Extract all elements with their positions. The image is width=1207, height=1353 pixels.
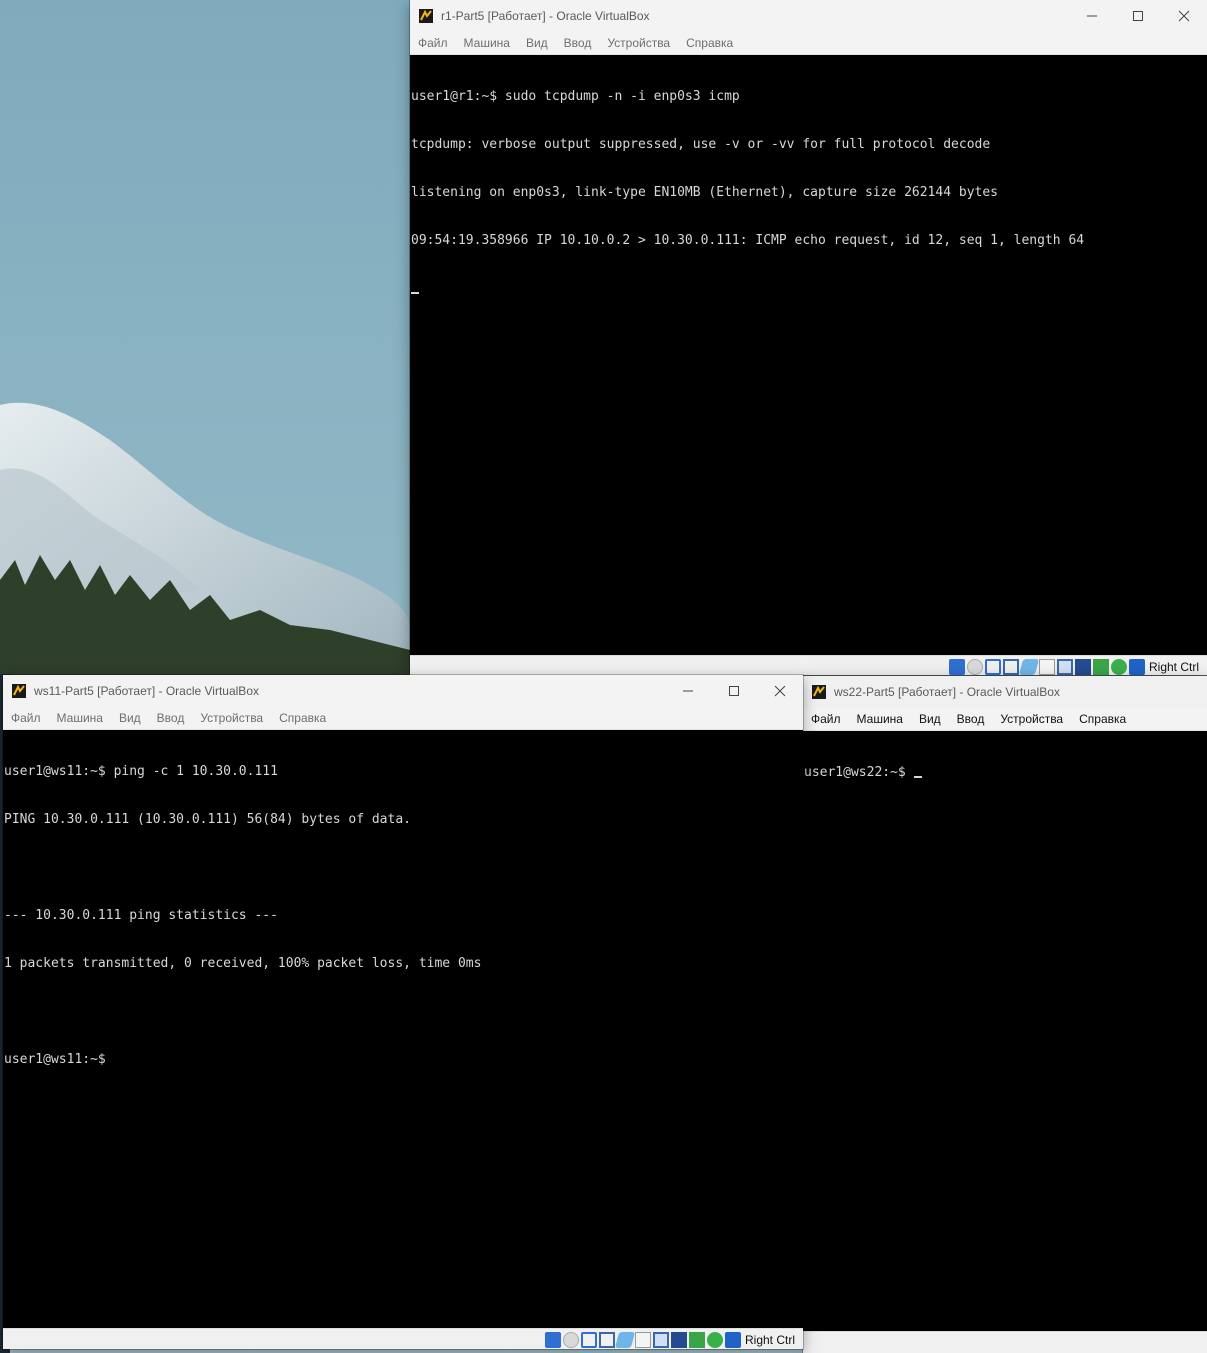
menu-help[interactable]: Справка — [1079, 712, 1126, 726]
virtualbox-app-icon — [12, 684, 26, 698]
menu-input[interactable]: Ввод — [157, 711, 185, 725]
shared-folders-icon[interactable] — [634, 1332, 651, 1348]
ws22-titlebar[interactable]: ws22-Part5 [Работает] - Oracle VirtualBo… — [803, 676, 1207, 708]
menu-file[interactable]: Файл — [11, 711, 41, 725]
r1-statusbar: Right Ctrl — [410, 655, 1207, 675]
menu-file[interactable]: Файл — [418, 36, 448, 50]
menu-file[interactable]: Файл — [811, 712, 841, 726]
minimize-button[interactable] — [1069, 0, 1115, 32]
menu-view[interactable]: Вид — [119, 711, 141, 725]
keyboard-capture-icon[interactable] — [1128, 659, 1145, 675]
audio-icon[interactable] — [984, 659, 1001, 675]
ws11-menubar: Файл Машина Вид Ввод Устройства Справка — [3, 707, 803, 730]
host-key-label: Right Ctrl — [1148, 660, 1199, 674]
hard-disk-icon[interactable] — [544, 1332, 561, 1348]
menu-machine[interactable]: Машина — [857, 712, 903, 726]
terminal-cursor — [913, 776, 922, 778]
terminal-line: 1 packets transmitted, 0 received, 100% … — [4, 956, 482, 971]
maximize-icon — [1133, 11, 1143, 21]
terminal-line: listening on enp0s3, link-type EN10MB (E… — [411, 185, 998, 200]
maximize-icon — [729, 686, 739, 696]
window-title: ws11-Part5 [Работает] - Oracle VirtualBo… — [34, 684, 259, 698]
window-title: ws22-Part5 [Работает] - Oracle VirtualBo… — [834, 685, 1060, 699]
menu-view[interactable]: Вид — [919, 712, 941, 726]
terminal-line: --- 10.30.0.111 ping statistics --- — [4, 908, 278, 923]
maximize-button[interactable] — [711, 675, 757, 707]
terminal-line: user1@r1:~$ sudo tcpdump -n -i enp0s3 ic… — [411, 89, 740, 104]
audio-icon[interactable] — [580, 1332, 597, 1348]
terminal-line: tcpdump: verbose output suppressed, use … — [411, 137, 991, 152]
ws22-virtualbox-window: ws22-Part5 [Работает] - Oracle VirtualBo… — [803, 676, 1207, 1353]
display-icon[interactable] — [652, 1332, 669, 1348]
optical-drive-icon[interactable] — [966, 659, 983, 675]
menu-devices[interactable]: Устройства — [607, 36, 670, 50]
maximize-button[interactable] — [1115, 0, 1161, 32]
terminal-line: user1@ws11:~$ ping -c 1 10.30.0.111 — [4, 764, 278, 779]
usb-icon[interactable] — [614, 1332, 636, 1348]
ws11-virtualbox-window: ws11-Part5 [Работает] - Oracle VirtualBo… — [3, 675, 803, 1349]
video-capture-icon[interactable] — [1074, 659, 1091, 675]
optical-drive-icon[interactable] — [562, 1332, 579, 1348]
terminal-line: user1@ws11:~$ — [4, 1052, 106, 1067]
mouse-integration-icon[interactable] — [688, 1332, 705, 1348]
usb-icon[interactable] — [1018, 659, 1040, 675]
minimize-icon — [683, 690, 693, 692]
menu-devices[interactable]: Устройства — [1000, 712, 1063, 726]
recording-icon[interactable] — [1110, 659, 1127, 675]
virtualbox-app-icon — [419, 9, 433, 23]
terminal-line: PING 10.30.0.111 (10.30.0.111) 56(84) by… — [4, 812, 411, 827]
network-icon[interactable] — [598, 1332, 615, 1348]
menu-help[interactable]: Справка — [686, 36, 733, 50]
close-icon — [1178, 10, 1190, 22]
r1-virtualbox-window: r1-Part5 [Работает] - Oracle VirtualBox … — [410, 0, 1207, 675]
ws22-vm-screen[interactable]: user1@ws22:~$ — [803, 731, 1207, 1331]
terminal-line: 09:54:19.358966 IP 10.10.0.2 > 10.30.0.1… — [411, 233, 1085, 248]
terminal-cursor-line — [410, 281, 1207, 297]
minimize-button[interactable] — [665, 675, 711, 707]
close-button[interactable] — [757, 675, 803, 707]
r1-titlebar[interactable]: r1-Part5 [Работает] - Oracle VirtualBox — [410, 0, 1207, 32]
network-icon[interactable] — [1002, 659, 1019, 675]
menu-view[interactable]: Вид — [526, 36, 548, 50]
video-capture-icon[interactable] — [670, 1332, 687, 1348]
recording-icon[interactable] — [706, 1332, 723, 1348]
virtualbox-app-icon — [812, 685, 826, 699]
menu-input[interactable]: Ввод — [564, 36, 592, 50]
menu-machine[interactable]: Машина — [464, 36, 510, 50]
terminal-prompt: user1@ws22:~$ — [804, 765, 914, 780]
menu-input[interactable]: Ввод — [957, 712, 985, 726]
display-icon[interactable] — [1056, 659, 1073, 675]
close-icon — [774, 685, 786, 697]
ws11-statusbar: Right Ctrl — [3, 1328, 803, 1349]
menu-machine[interactable]: Машина — [57, 711, 103, 725]
shared-folders-icon[interactable] — [1038, 659, 1055, 675]
terminal-cursor — [411, 292, 419, 294]
terminal-prompt-line: user1@ws22:~$ — [803, 765, 1207, 781]
ws22-statusbar — [803, 1331, 1207, 1353]
r1-menubar: Файл Машина Вид Ввод Устройства Справка — [410, 32, 1207, 55]
host-key-label: Right Ctrl — [744, 1333, 795, 1347]
keyboard-capture-icon[interactable] — [724, 1332, 741, 1348]
ws11-vm-screen[interactable]: user1@ws11:~$ ping -c 1 10.30.0.111 PING… — [3, 730, 803, 1328]
mouse-integration-icon[interactable] — [1092, 659, 1109, 675]
close-button[interactable] — [1161, 0, 1207, 32]
r1-vm-screen[interactable]: user1@r1:~$ sudo tcpdump -n -i enp0s3 ic… — [410, 55, 1207, 655]
menu-help[interactable]: Справка — [279, 711, 326, 725]
menu-devices[interactable]: Устройства — [200, 711, 263, 725]
hard-disk-icon[interactable] — [948, 659, 965, 675]
ws22-menubar: Файл Машина Вид Ввод Устройства Справка — [803, 708, 1207, 731]
ws11-titlebar[interactable]: ws11-Part5 [Работает] - Oracle VirtualBo… — [3, 675, 803, 707]
window-title: r1-Part5 [Работает] - Oracle VirtualBox — [441, 9, 650, 23]
minimize-icon — [1087, 15, 1097, 17]
